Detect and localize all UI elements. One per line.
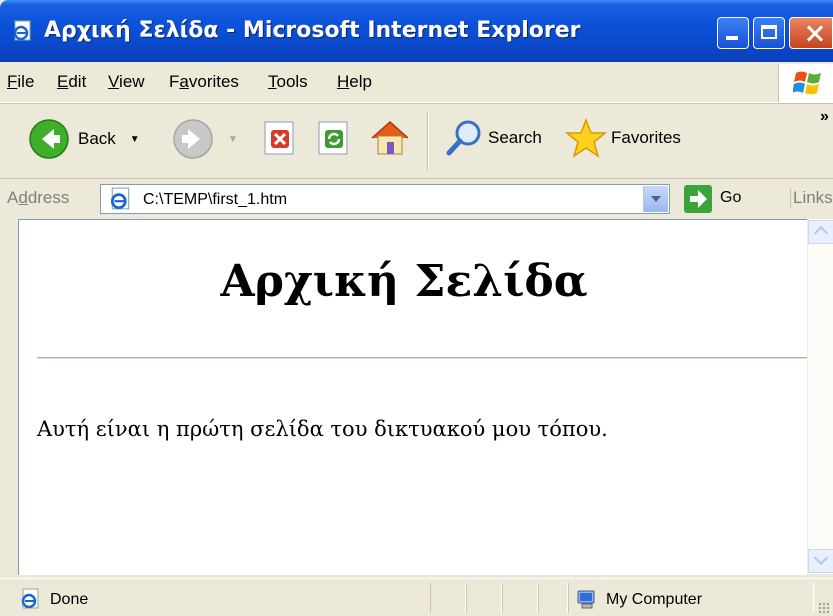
status-bar: Done My Computer: [0, 578, 833, 616]
page-heading: Αρχική Σελίδα: [220, 256, 588, 307]
page-paragraph: Αυτή είναι η πρώτη σελίδα του δικτυακού …: [37, 417, 608, 441]
refresh-icon[interactable]: [316, 120, 352, 156]
home-icon[interactable]: [368, 116, 412, 160]
status-pane: [430, 583, 466, 613]
search-button[interactable]: Search: [444, 118, 542, 158]
go-arrow-icon[interactable]: [684, 185, 712, 213]
menu-help[interactable]: Help: [337, 72, 372, 92]
window-title: Αρχική Σελίδα - Microsoft Internet Explo…: [44, 18, 581, 43]
favorites-button[interactable]: Favorites: [565, 117, 681, 159]
menu-file[interactable]: File: [7, 72, 34, 92]
back-arrow-icon: [29, 119, 69, 159]
minimize-button[interactable]: [717, 17, 749, 49]
vertical-scrollbar[interactable]: [807, 219, 833, 574]
address-dropdown-icon[interactable]: [643, 186, 668, 212]
scroll-up-icon[interactable]: [808, 220, 833, 244]
ie-page-icon: [21, 588, 39, 609]
page-content: Αρχική Σελίδα Αυτή είναι η πρώτη σελίδα …: [18, 219, 807, 575]
back-label: Back: [78, 129, 116, 148]
stop-icon[interactable]: [262, 120, 298, 156]
status-pane: [502, 583, 538, 613]
menu-bar: File Edit View Favorites Tools Help: [0, 62, 833, 103]
go-button[interactable]: Go: [720, 189, 741, 207]
ie-window: Αρχική Σελίδα - Microsoft Internet Explo…: [0, 0, 833, 616]
favorites-label: Favorites: [611, 128, 681, 147]
menu-view[interactable]: View: [108, 72, 145, 92]
forward-dropdown-icon[interactable]: ▼: [228, 134, 238, 145]
toolbar-overflow-chevron[interactable]: »: [820, 108, 829, 126]
star-icon: [565, 117, 607, 158]
title-bar[interactable]: Αρχική Σελίδα - Microsoft Internet Explo…: [0, 0, 833, 62]
magnifier-icon: [446, 120, 481, 156]
windows-flag-icon: [793, 71, 821, 95]
search-label: Search: [488, 128, 542, 147]
forward-button[interactable]: ▼: [172, 118, 238, 160]
status-pane: [466, 583, 502, 613]
address-input[interactable]: C:\TEMP\first_1.htm: [100, 184, 670, 214]
toolbar-separator: [427, 112, 429, 170]
menu-favorites[interactable]: Favorites: [169, 72, 239, 92]
menu-edit[interactable]: Edit: [57, 72, 86, 92]
forward-arrow-icon: [173, 119, 213, 159]
address-label: Address: [7, 188, 70, 207]
page-divider: [37, 357, 807, 359]
maximize-button[interactable]: [753, 17, 785, 49]
zone-pane: [568, 583, 814, 613]
menu-tools[interactable]: Tools: [268, 72, 308, 92]
close-button[interactable]: [789, 17, 833, 49]
address-bar: Address C:\TEMP\first_1.htm Go Links: [0, 178, 833, 219]
status-pane: [538, 583, 568, 613]
ie-page-icon: [13, 20, 31, 41]
windows-logo: [778, 64, 833, 102]
address-url: C:\TEMP\first_1.htm: [143, 191, 288, 208]
links-toolbar[interactable]: Links: [790, 188, 833, 208]
back-button[interactable]: Back ▼: [28, 118, 140, 160]
status-text: Done: [50, 591, 89, 608]
ie-page-icon: [110, 187, 130, 210]
resize-grip-icon[interactable]: [818, 602, 830, 614]
scroll-down-icon[interactable]: [808, 549, 833, 573]
back-dropdown-icon[interactable]: ▼: [130, 134, 140, 145]
